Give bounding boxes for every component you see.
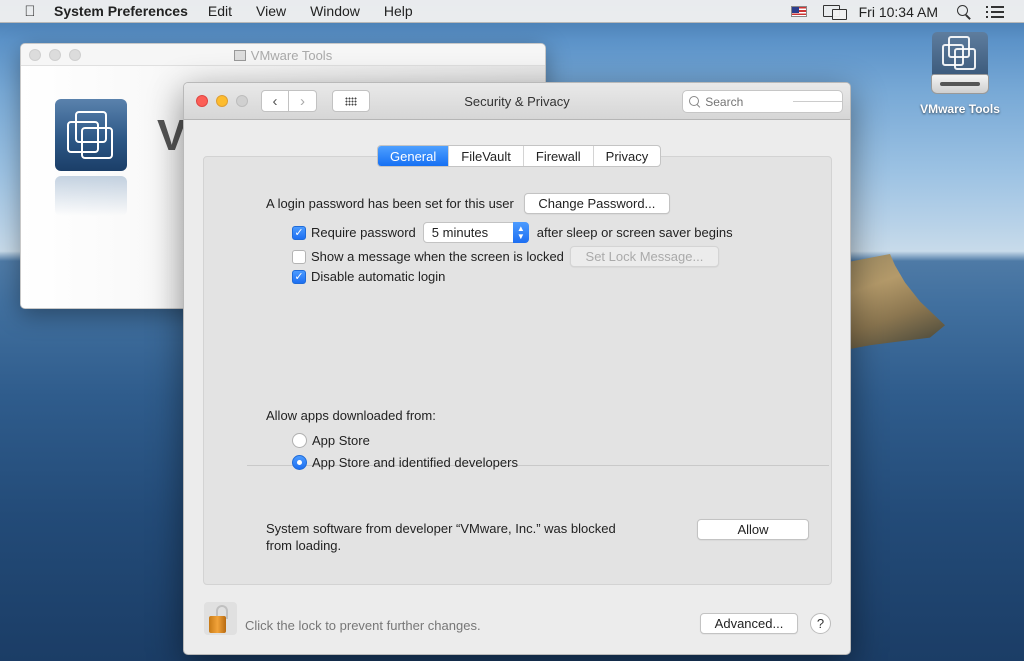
vmware-logo-icon [55,99,127,171]
require-password-checkbox[interactable]: ✓ [292,225,306,240]
advanced-button[interactable]: Advanced... [700,613,798,634]
require-password-suffix: after sleep or screen saver begins [536,225,733,240]
menu-edit[interactable]: Edit [208,3,232,19]
search-input[interactable] [705,94,786,109]
general-panel: A login password has been set for this u… [203,156,832,585]
spotlight-search-icon[interactable] [956,4,972,20]
tab-bar: General FileVault Firewall Privacy [377,145,662,167]
us-flag-icon[interactable] [790,6,807,17]
menu-help[interactable]: Help [384,3,413,19]
disk-icon [233,50,246,61]
show-message-label: Show a message when the screen is locked [311,249,564,264]
notification-center-icon[interactable] [986,4,1004,19]
help-button[interactable]: ? [810,613,831,634]
menu-window[interactable]: Window [310,3,360,19]
show-message-checkbox[interactable] [292,249,306,264]
disable-auto-login-label: Disable automatic login [311,269,446,284]
tab-filevault[interactable]: FileVault [449,146,524,166]
desktop-icon-vmware-tools[interactable]: VMware Tools [912,32,1008,116]
search-icon [689,95,700,108]
allow-apps-label: Allow apps downloaded from: [266,408,436,423]
tab-firewall[interactable]: Firewall [524,146,594,166]
vmware-disk-icon [931,32,989,94]
disable-auto-login-checkbox[interactable]: ✓ [292,269,306,284]
login-password-text: A login password has been set for this u… [266,196,514,211]
identified-developers-radio[interactable] [292,455,307,470]
change-password-button[interactable]: Change Password... [523,193,670,214]
require-password-delay-select[interactable]: 5 minutes ▲ ▼ [422,222,529,243]
vmware-heading: V [157,111,187,160]
lock-button[interactable] [204,602,237,635]
desktop-icon-label: VMware Tools [920,102,1000,116]
vmware-titlebar: VMware Tools [21,44,545,66]
vmware-window-title: VMware Tools [250,48,333,63]
identified-developers-label: App Store and identified developers [312,455,518,470]
menubar-clock[interactable]: Fri 10:34 AM [859,4,938,20]
display-icon[interactable] [822,4,847,20]
menu-view[interactable]: View [256,3,286,19]
tab-general[interactable]: General [378,146,450,166]
menu-bar:  System Preferences Edit View Window He… [0,0,1024,23]
window-toolbar: ‹ › Security & Privacy [184,83,850,120]
vmware-logo-reflection [55,176,127,216]
lock-hint-text: Click the lock to prevent further change… [245,618,481,633]
search-field[interactable] [682,90,843,113]
menu-app-name[interactable]: System Preferences [54,3,188,19]
require-password-label: Require password [311,225,416,240]
allow-button[interactable]: Allow [697,519,809,540]
tab-privacy[interactable]: Privacy [594,146,661,166]
app-store-label: App Store [312,433,370,448]
blocked-software-text-line1: System software from developer “VMware, … [266,521,616,536]
apple-icon[interactable]:  [20,3,40,20]
chevron-updown-icon: ▲ ▼ [512,222,529,243]
select-value: 5 minutes [431,225,489,240]
blocked-software-text-line2: from loading. [266,538,342,553]
app-store-radio[interactable] [292,433,307,448]
set-lock-message-button[interactable]: Set Lock Message... [569,246,719,267]
wallpaper-cliff [850,254,945,349]
security-privacy-window[interactable]: ‹ › Security & Privacy General FileVault… [183,82,851,655]
